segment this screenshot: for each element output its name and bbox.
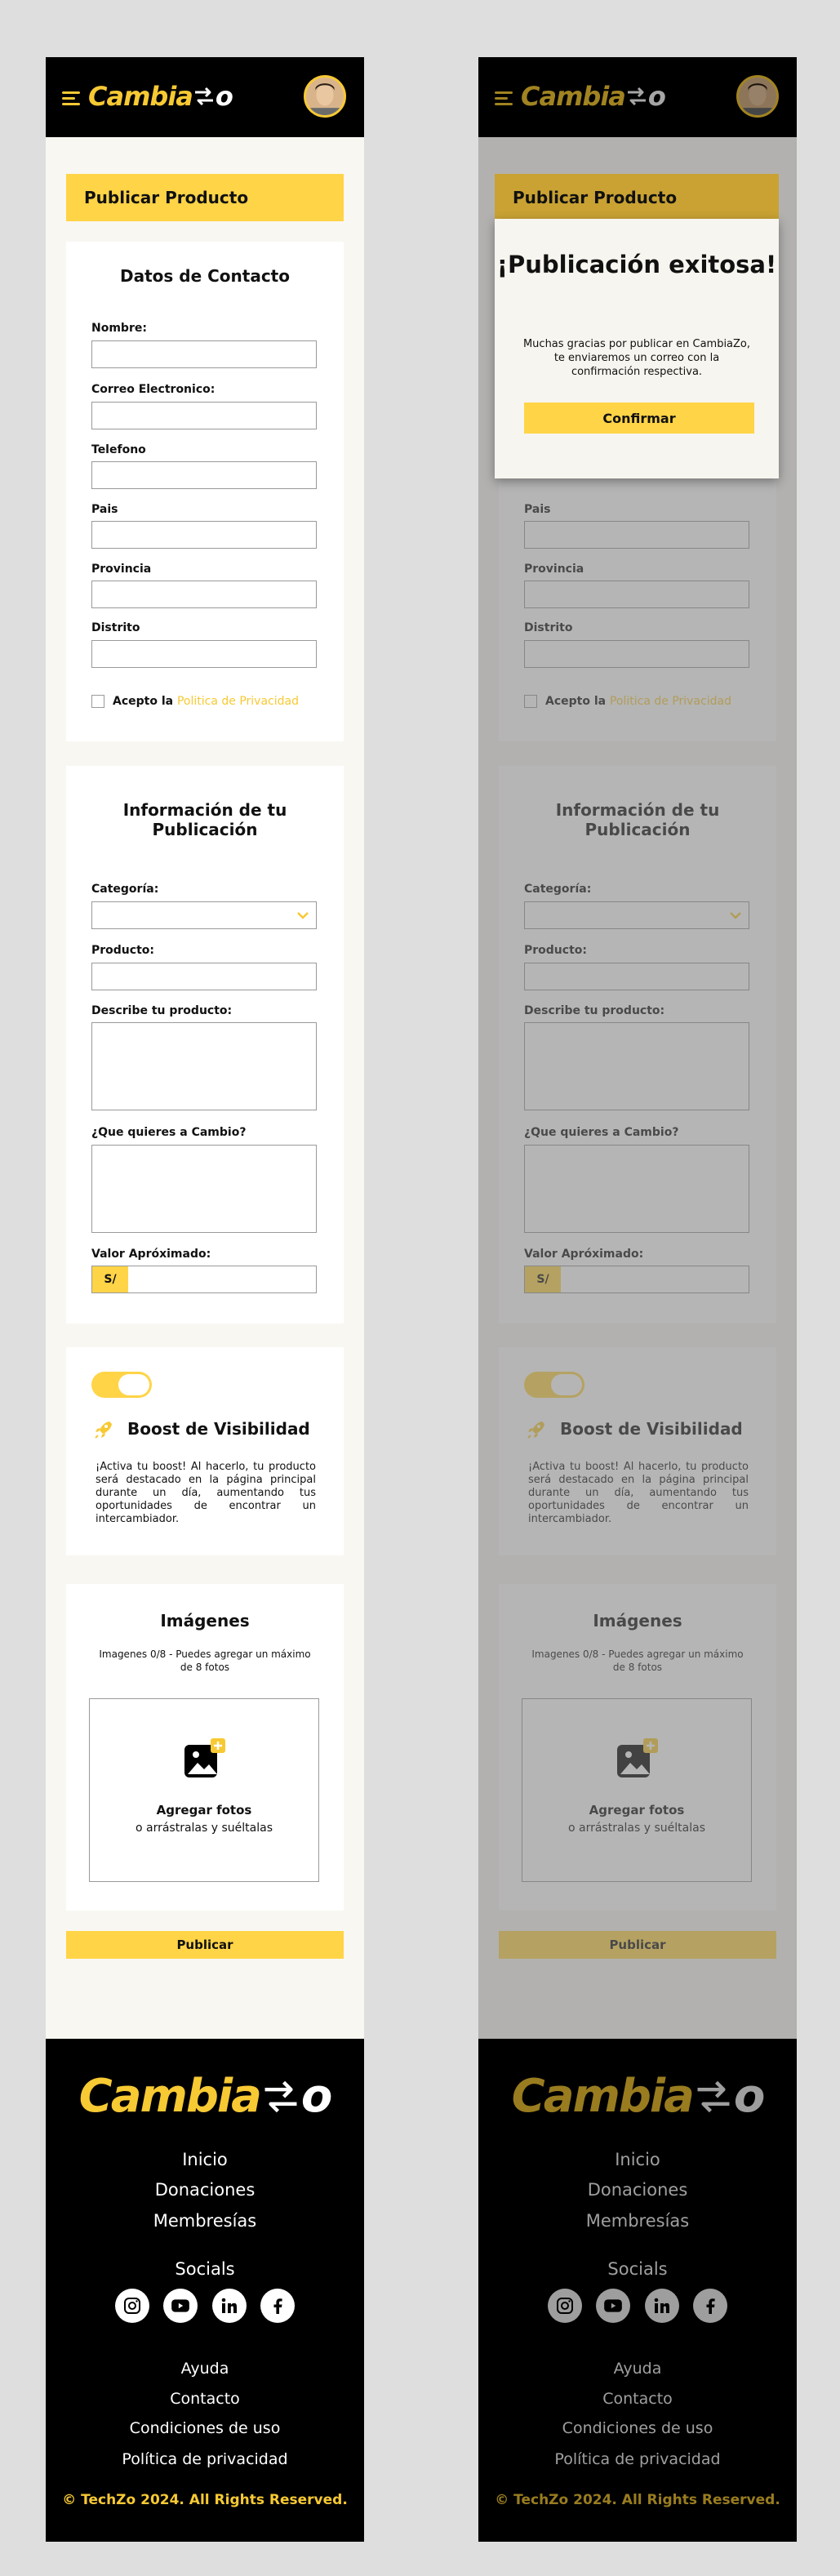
add-photos-subtitle: o arrástralas y suéltalas <box>135 1822 273 1835</box>
accept-text: Acepto la <box>113 695 174 708</box>
value-label: Valor Apróximado: <box>91 1248 211 1261</box>
social-links <box>115 2289 295 2323</box>
chevron-down-icon <box>297 912 309 919</box>
contact-card: Datos de Contacto Nombre: Correo Electro… <box>66 242 344 741</box>
phone-label: Telefono <box>91 443 146 456</box>
instagram-icon[interactable] <box>115 2289 149 2323</box>
contact-heading: Datos de Contacto <box>120 266 290 286</box>
privacy-label: Acepto la Politica de Privacidad <box>113 695 299 708</box>
boost-title: Boost de Visibilidad <box>127 1419 310 1439</box>
success-modal: ¡Publicación exitosa! Muchas gracias por… <box>495 219 779 478</box>
footer-nav-inicio[interactable]: Inicio <box>46 2150 364 2169</box>
footer-nav-membresias[interactable]: Membresías <box>46 2211 364 2231</box>
currency-badge: S/ <box>92 1266 128 1292</box>
footer-link-contacto[interactable]: Contacto <box>46 2390 364 2408</box>
boost-description: ¡Activa tu boost! Al hacerlo, tu product… <box>96 1461 316 1525</box>
publish-button[interactable]: Publicar <box>66 1931 344 1959</box>
socials-title: Socials <box>175 2259 235 2279</box>
describe-textarea[interactable] <box>91 1022 317 1110</box>
screen-form: Cambia o Publicar Producto Datos de Cont… <box>46 57 364 2542</box>
district-label: Distrito <box>91 621 140 634</box>
product-label: Producto: <box>91 944 154 957</box>
email-label: Correo Electronico: <box>91 383 216 396</box>
district-field[interactable] <box>91 640 317 668</box>
phone-field[interactable] <box>91 461 317 489</box>
facebook-icon[interactable] <box>260 2289 295 2323</box>
publication-card: Información de tu Publicación Categoría:… <box>66 766 344 1324</box>
avatar[interactable] <box>304 75 346 118</box>
boost-card: Boost de Visibilidad ¡Activa tu boost! A… <box>66 1347 344 1555</box>
youtube-icon[interactable] <box>163 2289 198 2323</box>
footer-dim <box>478 2039 797 2542</box>
images-subtitle: Imagenes 0/8 - Puedes agregar un máximo … <box>99 1648 311 1673</box>
user-photo-icon <box>306 78 344 115</box>
images-card: Imágenes Imagenes 0/8 - Puedes agregar u… <box>66 1584 344 1911</box>
product-field[interactable] <box>91 963 317 990</box>
privacy-link[interactable]: Politica de Privacidad <box>177 695 299 708</box>
modal-message: Muchas gracias por publicar en CambiaZo,… <box>522 338 751 378</box>
category-select[interactable] <box>91 901 317 929</box>
menu-icon[interactable] <box>62 91 80 106</box>
rocket-icon <box>95 1421 112 1439</box>
footer-logo[interactable]: Cambia o <box>46 2070 364 2123</box>
describe-label: Describe tu producto: <box>91 1004 233 1017</box>
toggle-knob <box>118 1374 149 1395</box>
footer-logo-text: Cambia <box>78 2070 262 2123</box>
footer-link-privacidad[interactable]: Política de privacidad <box>46 2450 364 2468</box>
app-header: Cambia o <box>46 57 364 137</box>
images-heading: Imágenes <box>160 1611 250 1631</box>
footer-logo-end: o <box>300 2070 333 2123</box>
footer-link-condiciones[interactable]: Condiciones de uso <box>46 2419 364 2437</box>
brand-logo[interactable]: Cambia o <box>88 80 233 113</box>
footer-nav-donaciones[interactable]: Donaciones <box>46 2180 364 2200</box>
screen-success: Cambia o Pais Provincia Distrito Acepto … <box>478 57 797 2542</box>
privacy-checkbox[interactable] <box>91 695 104 708</box>
want-label: ¿Que quieres a Cambio? <box>91 1126 247 1139</box>
province-field[interactable] <box>91 581 317 608</box>
header-dim <box>478 57 797 137</box>
confirm-button[interactable]: Confirmar <box>524 403 754 434</box>
category-label: Categoría: <box>91 883 159 896</box>
country-label: Pais <box>91 503 118 516</box>
swap-arrows-icon <box>264 2080 297 2112</box>
logo-text: Cambia <box>88 81 193 112</box>
boost-toggle[interactable] <box>91 1372 152 1398</box>
copyright: © TechZo 2024. All Rights Reserved. <box>62 2492 348 2508</box>
email-field[interactable] <box>91 402 317 429</box>
modal-title: ¡Publicación exitosa! <box>496 251 777 278</box>
name-label: Nombre: <box>91 322 147 335</box>
publication-heading: Información de tu Publicación <box>122 800 287 839</box>
want-textarea[interactable] <box>91 1145 317 1233</box>
logo-text-end: o <box>215 81 233 112</box>
add-image-icon <box>184 1738 225 1777</box>
linkedin-icon[interactable] <box>211 2289 247 2323</box>
page-title: Publicar Producto <box>495 174 779 221</box>
image-dropzone[interactable]: Agregar fotos o arrástralas y suéltalas <box>89 1698 319 1882</box>
add-photos-title: Agregar fotos <box>156 1803 252 1817</box>
page-title: Publicar Producto <box>66 174 344 221</box>
footer-link-ayuda[interactable]: Ayuda <box>46 2360 364 2378</box>
footer: Cambia o Inicio Donaciones Membresías So… <box>46 2039 364 2542</box>
swap-arrows-icon <box>194 87 213 106</box>
value-field[interactable]: S/ <box>91 1266 317 1293</box>
country-field[interactable] <box>91 521 317 549</box>
name-field[interactable] <box>91 340 317 368</box>
province-label: Provincia <box>91 563 152 576</box>
